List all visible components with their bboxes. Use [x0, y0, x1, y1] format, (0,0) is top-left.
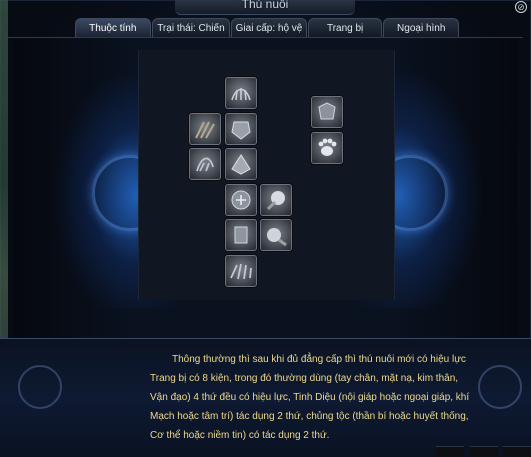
close-icon[interactable]: ⊘ — [515, 1, 527, 13]
orb-icon — [267, 228, 287, 247]
title-bar: Thú nuôi — [175, 0, 355, 15]
slot-extra-1[interactable] — [311, 96, 343, 128]
description-line: Trang bị có 8 kiện, trong đó thường dùng… — [150, 373, 459, 384]
slot-center-4[interactable] — [225, 219, 257, 251]
paw-icon — [230, 263, 252, 280]
hotbar-slot — [503, 446, 531, 457]
armor-icon — [231, 154, 251, 175]
tab-appearance[interactable]: Ngoại hình — [383, 18, 460, 37]
slot-extra-2[interactable] — [311, 132, 343, 164]
claw-icon — [231, 88, 251, 101]
paw-print-icon — [318, 138, 337, 156]
hotbar-slot — [470, 446, 498, 457]
window-title: Thú nuôi — [241, 0, 289, 11]
description-line: Thông thường thì sau khi đủ đẳng cấp thì… — [172, 354, 466, 365]
claw-icon — [196, 157, 214, 172]
orb-icon — [266, 191, 285, 211]
slot-center-2[interactable] — [225, 148, 257, 180]
tab-attributes[interactable]: Thuộc tính — [75, 18, 151, 37]
slot-right-1[interactable] — [260, 184, 292, 216]
tab-status[interactable]: Trại thái: Chiến — [151, 18, 231, 37]
description-line: Mạch hoặc tâm trí) tác dụng 2 thứ, chủng… — [150, 411, 469, 422]
armor-icon — [231, 121, 251, 140]
slot-center-3[interactable] — [225, 184, 257, 216]
slot-head[interactable] — [225, 77, 257, 109]
slot-left-1[interactable] — [189, 113, 221, 145]
description-line: Cơ thể hoặc niềm tin) có tác dụng 2 thứ. — [150, 430, 330, 441]
hotbar-slot — [436, 446, 464, 457]
tab-class[interactable]: Giai cấp: hộ vệ — [231, 18, 307, 37]
slot-left-2[interactable] — [189, 148, 221, 180]
slot-center-1[interactable] — [225, 113, 257, 145]
armor-icon — [234, 226, 248, 244]
slot-feet[interactable] — [225, 255, 257, 287]
left-corner-ornament — [18, 365, 62, 409]
description-line: Vận đạo) 4 thứ đều có hiệu lực, Tinh Diệ… — [150, 392, 470, 403]
description-text: Thông thường thì sau khi đủ đẳng cấp thì… — [150, 350, 490, 445]
tab-bar: Thuộc tính Trại thái: Chiến Giai cấp: hộ… — [75, 17, 460, 37]
equipment-grid-area — [138, 50, 395, 300]
tab-equipment[interactable]: Trang bị — [307, 18, 383, 37]
armor-icon — [231, 190, 251, 210]
claw-icon — [195, 121, 215, 139]
slot-right-2[interactable] — [260, 219, 292, 251]
armor-icon — [318, 102, 336, 120]
